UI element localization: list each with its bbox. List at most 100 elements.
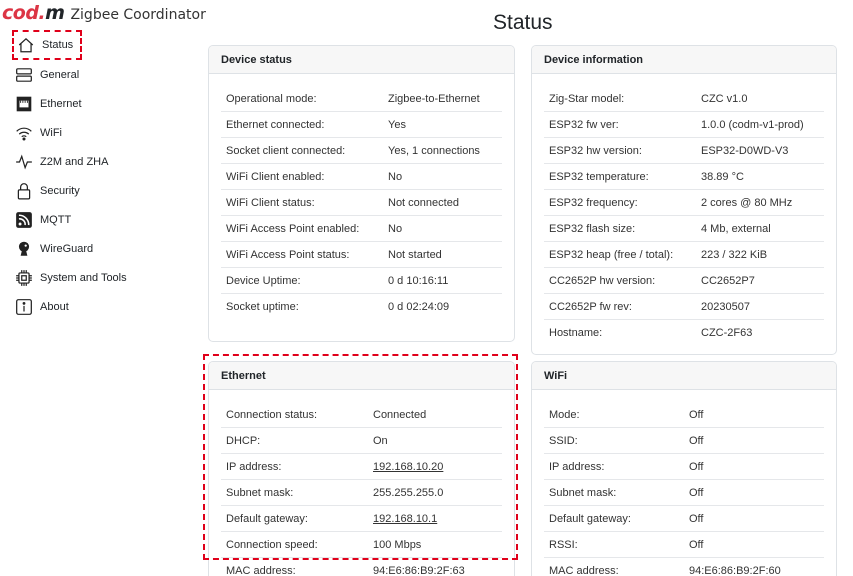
row-value: 0 d 10:16:11 [388,274,449,287]
device-information-card: Device information Zig-Star model: CZC v1… [531,45,837,355]
sidebar-item-system-tools[interactable]: System and Tools [14,263,184,292]
wifi-list: Mode: Off SSID: Off IP address: Off Subnet … [532,390,836,576]
default-gateway-link[interactable]: 192.168.10.1 [373,513,437,525]
row-value: 255.255.255.0 [373,486,444,499]
sidebar-item-z2m-zha[interactable]: Z2M and ZHA [14,147,184,176]
row-key: Mode: [549,408,580,421]
sidebar-item-label: Z2M and ZHA [40,155,109,168]
table-row: RSSI: Off [544,532,824,558]
page-title: Status [493,11,553,34]
table-row: Subnet mask: 255.255.255.0 [221,480,502,506]
table-row: Ethernet connected: Yes [221,112,502,138]
server-icon [14,65,34,85]
row-key: ESP32 heap (free / total): [549,248,674,261]
table-row: WiFi Access Point status: Not started [221,242,502,268]
table-row: Mode: Off [544,402,824,428]
logo[interactable]: cod.m Zigbee Coordinator [2,2,206,28]
sidebar-item-label: WireGuard [40,242,94,255]
row-key: Default gateway: [549,512,631,525]
device-status-card: Device status Operational mode: Zigbee-to… [208,45,515,342]
table-row: IP address: Off [544,454,824,480]
activity-icon [14,152,34,172]
row-value: Off [689,512,704,525]
rss-icon [14,210,34,230]
info-icon [14,297,34,317]
cpu-icon [14,268,34,288]
row-value: 100 Mbps [373,538,422,551]
sidebar-item-wireguard[interactable]: WireGuard [14,234,184,263]
table-row: ESP32 heap (free / total): 223 / 322 KiB [544,242,824,268]
table-row: MAC address: 94:E6:86:B9:2F:60 [544,558,824,576]
row-value: Not started [388,248,442,261]
row-value: 0 d 02:24:09 [388,301,450,313]
row-key: Subnet mask: [549,486,617,499]
sidebar-item-ethernet[interactable]: Ethernet [14,89,184,118]
row-key: MAC address: [549,565,619,576]
ethernet-card: Ethernet Connection status: Connected DHC… [208,361,515,576]
table-row: WiFi Access Point enabled: No [221,216,502,242]
table-row: WiFi Client enabled: No [221,164,502,190]
sidebar-item-label: WiFi [40,126,62,139]
row-value: 1.0.0 (codm-v1-prod) [701,118,804,131]
row-value: Connected [373,408,427,421]
device-information-list: Zig-Star model: CZC v1.0 ESP32 fw ver: 1.0… [532,74,836,346]
row-key: WiFi Client status: [226,196,315,209]
row-key: WiFi Access Point status: [226,248,350,261]
row-key: Socket client connected: [226,144,346,157]
row-key: Operational mode: [226,92,317,105]
table-row: IP address: 192.168.10.20 [221,454,502,480]
table-row: Socket client connected: Yes, 1 connectio… [221,138,502,164]
table-row: Operational mode: Zigbee-to-Ethernet [221,86,502,112]
card-title: Device status [209,46,514,74]
sidebar-item-label: Ethernet [40,97,82,110]
row-value: No [388,222,403,235]
card-title: Device information [532,46,836,74]
row-value: 223 / 322 KiB [701,248,768,261]
row-key: Socket uptime: [226,301,299,313]
ip-address-link[interactable]: 192.168.10.20 [373,461,443,473]
table-row: ESP32 flash size: 4 Mb, external [544,216,824,242]
row-key: WiFi Access Point enabled: [226,222,360,235]
wifi-icon [14,123,34,143]
row-key: ESP32 frequency: [549,196,638,209]
table-row: SSID: Off [544,428,824,454]
sidebar-item-security[interactable]: Security [14,176,184,205]
row-key: Default gateway: [226,512,308,525]
row-value: On [373,434,388,447]
table-row: Default gateway: 192.168.10.1 [221,506,502,532]
sidebar-item-wifi[interactable]: WiFi [14,118,184,147]
row-key: CC2652P fw rev: [549,300,632,313]
row-value: Off [689,486,704,499]
sidebar-item-status[interactable]: Status [12,30,82,60]
sidebar-item-label: System and Tools [40,271,127,284]
row-key: Hostname: [549,327,603,339]
row-key: Device Uptime: [226,274,301,287]
table-row: Socket uptime: 0 d 02:24:09 [221,294,502,320]
row-value: Not connected [388,196,459,209]
ethernet-list: Connection status: Connected DHCP: On IP a… [209,390,514,576]
sidebar-item-label: About [40,300,69,313]
row-key: WiFi Client enabled: [226,170,325,183]
row-key: Zig-Star model: [549,92,625,105]
card-title: Ethernet [209,362,514,390]
sidebar-item-about[interactable]: About [14,292,184,321]
row-key: ESP32 temperature: [549,170,649,183]
sidebar-item-general[interactable]: General [14,60,184,89]
logo-cod: cod [2,2,39,24]
row-value: CC2652P7 [701,274,755,287]
logo-m: m [45,2,65,24]
row-value: 20230507 [701,300,750,313]
ethernet-icon [14,94,34,114]
table-row: Device Uptime: 0 d 10:16:11 [221,268,502,294]
row-key: IP address: [549,460,605,473]
row-key: ESP32 hw version: [549,144,642,157]
sidebar-item-mqtt[interactable]: MQTT [14,205,184,234]
row-value: Off [689,460,704,473]
logo-mark: cod.m [2,2,65,24]
app-subtitle: Zigbee Coordinator [70,7,206,23]
sidebar-item-label: Security [40,184,80,197]
sidebar-item-label: MQTT [40,213,72,226]
table-row: Default gateway: Off [544,506,824,532]
row-key: CC2652P hw version: [549,274,656,287]
row-key: DHCP: [226,434,261,447]
